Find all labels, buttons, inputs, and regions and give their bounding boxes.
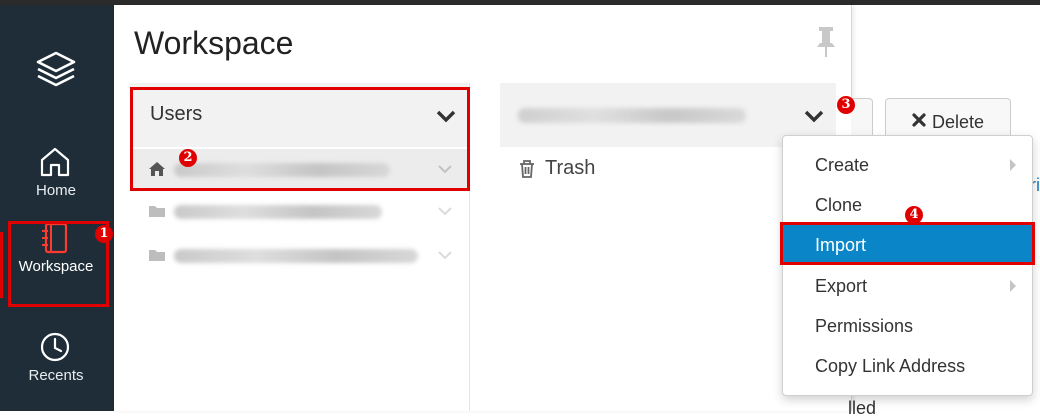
annotation-box-users	[130, 87, 470, 191]
chevron-down-icon[interactable]	[438, 207, 452, 215]
nav-item-label: Recents	[28, 367, 84, 384]
redacted-user-email	[174, 205, 382, 219]
redacted-user-email	[174, 249, 418, 263]
submenu-arrow-icon	[1010, 159, 1016, 171]
trash-icon	[520, 160, 534, 178]
step-badge-1: 1	[95, 225, 113, 243]
left-nav: Home Workspace Recents	[0, 5, 114, 411]
annotation-box-workspace	[8, 221, 109, 307]
close-icon	[912, 113, 926, 127]
page-title: Workspace	[134, 25, 294, 61]
delete-label: Delete	[932, 112, 985, 132]
menu-item-export[interactable]: Export	[783, 266, 1032, 306]
step-badge-3: 3	[837, 96, 855, 114]
submenu-arrow-icon	[1010, 280, 1016, 292]
active-nav-indicator	[0, 232, 3, 298]
menu-item-label: Export	[815, 276, 868, 296]
context-menu: Create Clone Import Export Permissions C…	[782, 135, 1033, 396]
menu-item-copy-link-address[interactable]: Copy Link Address	[783, 346, 1032, 386]
list-item[interactable]	[130, 191, 468, 231]
menu-item-permissions[interactable]: Permissions	[783, 306, 1032, 346]
nav-item-recents[interactable]: Recents	[0, 330, 114, 410]
redacted-user-email	[518, 108, 746, 123]
menu-item-label: Permissions	[815, 316, 914, 336]
nav-item-label: Home	[35, 182, 76, 199]
partial-text: lled	[848, 398, 877, 418]
nav-item-home[interactable]: Home	[0, 145, 114, 225]
folder-icon	[149, 206, 165, 217]
chevron-down-icon[interactable]	[438, 251, 452, 259]
workspace-panel: Workspace Users Trash	[114, 5, 852, 411]
pin-icon[interactable]	[814, 25, 838, 59]
annotation-box-import	[780, 222, 1035, 265]
step-badge-4: 4	[905, 206, 923, 224]
chevron-down-icon[interactable]	[804, 109, 824, 123]
home-icon	[40, 147, 70, 177]
folder-icon	[149, 250, 165, 261]
menu-item-label: Copy Link Address	[815, 356, 966, 376]
menu-item-label: Create	[815, 155, 870, 175]
clock-icon	[40, 332, 70, 362]
step-badge-2: 2	[179, 149, 197, 167]
layers-logo-icon[interactable]	[33, 47, 79, 93]
trash-label: Trash	[545, 157, 596, 179]
menu-item-label: Clone	[815, 195, 863, 215]
menu-item-create[interactable]: Create	[783, 145, 1032, 185]
list-item[interactable]	[130, 235, 468, 275]
